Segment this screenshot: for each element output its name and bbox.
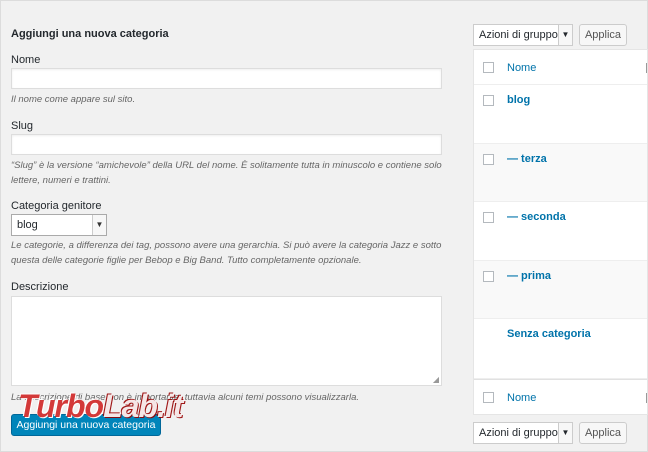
table-row: Senza categoria — [474, 319, 647, 379]
name-label: Nome — [11, 54, 41, 66]
row-checkbox[interactable] — [483, 212, 494, 223]
category-link[interactable]: — seconda — [507, 211, 566, 223]
categories-table: Nome blog — terza — seconda — prima Senz… — [473, 49, 648, 415]
select-all-checkbox[interactable] — [483, 392, 494, 403]
table-row: blog — [474, 85, 647, 144]
apply-button-bottom[interactable]: Applica — [579, 422, 627, 444]
table-header: Nome — [474, 50, 647, 85]
chevron-down-icon: ▼ — [558, 423, 572, 443]
name-input[interactable] — [11, 68, 442, 89]
parent-select[interactable]: blog ▼ — [11, 214, 107, 236]
row-checkbox[interactable] — [483, 154, 494, 165]
watermark-logo: TurboLab.it — [18, 388, 183, 424]
row-checkbox[interactable] — [483, 271, 494, 282]
category-link[interactable]: blog — [507, 94, 530, 106]
slug-label: Slug — [11, 120, 34, 132]
table-footer: Nome — [474, 379, 647, 414]
parent-help: Le categorie, a differenza dei tag, poss… — [11, 240, 442, 266]
parent-select-value: blog — [17, 219, 38, 231]
column-header-name[interactable]: Nome — [507, 62, 536, 74]
chevron-down-icon: ▼ — [558, 25, 572, 45]
category-link[interactable]: — prima — [507, 270, 551, 282]
description-textarea[interactable]: ◢ — [11, 296, 442, 386]
parent-label: Categoria genitore — [11, 200, 102, 212]
bulk-actions-select-bottom[interactable]: Azioni di gruppo ▼ — [473, 422, 573, 444]
category-link[interactable]: — terza — [507, 153, 547, 165]
table-row: — prima — [474, 261, 647, 319]
select-all-checkbox[interactable] — [483, 62, 494, 73]
bulk-actions-select-top[interactable]: Azioni di gruppo ▼ — [473, 24, 573, 46]
chevron-down-icon: ▼ — [92, 215, 106, 235]
form-title: Aggiungi una nuova categoria — [11, 28, 169, 40]
column-footer-name[interactable]: Nome — [507, 392, 536, 404]
table-row: — seconda — [474, 202, 647, 261]
description-label: Descrizione — [11, 281, 69, 293]
slug-input[interactable] — [11, 134, 442, 155]
row-checkbox[interactable] — [483, 95, 494, 106]
slug-help: “Slug” è la versione “amichevole” della … — [11, 160, 442, 186]
resize-grip-icon[interactable]: ◢ — [433, 375, 439, 384]
name-help: Il nome come appare sul sito. — [11, 94, 136, 105]
table-row: — terza — [474, 144, 647, 202]
category-link[interactable]: Senza categoria — [507, 328, 591, 340]
apply-button-top[interactable]: Applica — [579, 24, 627, 46]
